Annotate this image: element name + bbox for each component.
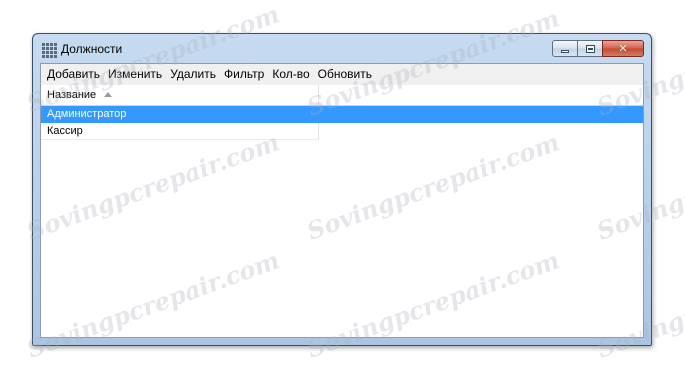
column-header-label: Название xyxy=(47,89,97,101)
positions-window: Должности ✕ Добавить Изменить Удалить Фи… xyxy=(32,33,652,346)
window-title: Должности xyxy=(61,42,123,56)
close-button[interactable]: ✕ xyxy=(602,40,644,57)
menu-item-count[interactable]: Кол-во xyxy=(268,64,313,85)
positions-table[interactable]: Название Администратор Кассир xyxy=(41,85,643,337)
table-row[interactable]: Кассир xyxy=(41,123,643,140)
title-bar[interactable]: Должности ✕ xyxy=(33,34,651,62)
table-cell-name: Кассир xyxy=(41,123,319,140)
minimize-icon xyxy=(561,50,569,53)
table-header: Название xyxy=(41,85,643,106)
menu-item-edit[interactable]: Изменить xyxy=(104,64,166,85)
close-icon: ✕ xyxy=(618,42,628,55)
grid-icon xyxy=(42,43,57,58)
column-header-name[interactable]: Название xyxy=(41,85,319,105)
menu-item-add[interactable]: Добавить xyxy=(43,64,104,85)
maximize-icon xyxy=(586,45,595,53)
table-cell-name: Администратор xyxy=(41,106,319,123)
menu-item-delete[interactable]: Удалить xyxy=(166,64,220,85)
caption-buttons: ✕ xyxy=(552,40,644,57)
menu-item-filter[interactable]: Фильтр xyxy=(220,64,268,85)
menu-bar: Добавить Изменить Удалить Фильтр Кол-во … xyxy=(41,64,643,85)
maximize-button[interactable] xyxy=(577,40,603,57)
table-row[interactable]: Администратор xyxy=(41,106,643,123)
table-rows: Администратор Кассир xyxy=(41,106,643,140)
minimize-button[interactable] xyxy=(552,40,578,57)
menu-item-refresh[interactable]: Обновить xyxy=(314,64,376,85)
client-area: Добавить Изменить Удалить Фильтр Кол-во … xyxy=(40,63,644,338)
sort-ascending-icon xyxy=(104,92,113,97)
